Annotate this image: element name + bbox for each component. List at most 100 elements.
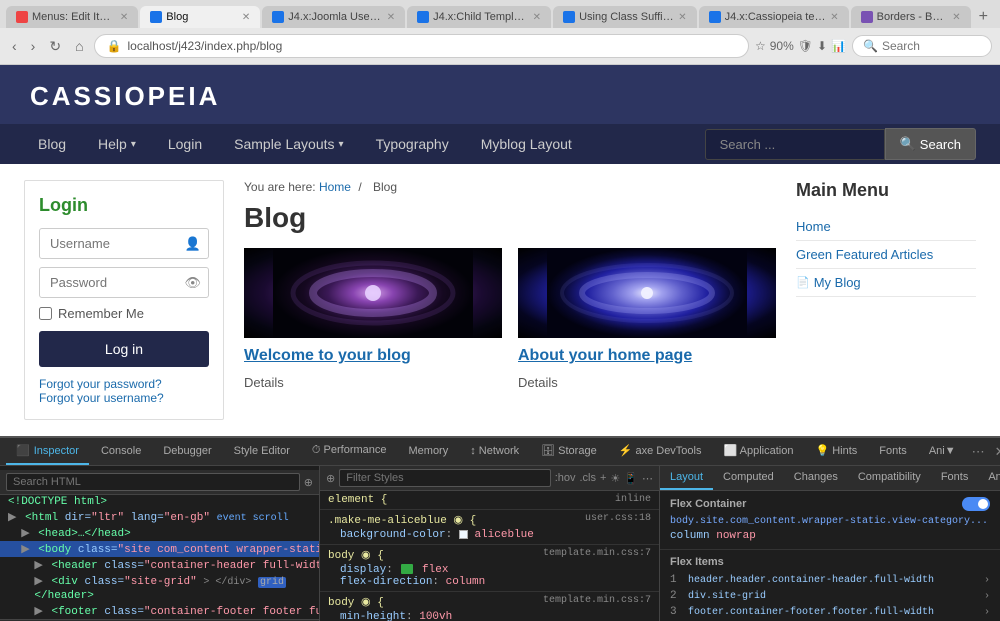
lt-tab-layout[interactable]: Layout <box>660 466 713 490</box>
tab-menus[interactable]: Menus: Edit Item - J42 ... ✕ <box>6 6 138 28</box>
tab-bootstrap[interactable]: Borders - Bootstrap ✕ <box>851 6 971 28</box>
lt-tab-computed[interactable]: Computed <box>713 466 784 490</box>
html-arrow-2[interactable]: ▶ <box>21 528 29 540</box>
tab-close-cassiopeia[interactable]: ✕ <box>830 12 838 23</box>
html-search-input[interactable] <box>6 473 300 491</box>
nav-typography[interactable]: Typography <box>362 124 463 164</box>
tab-close-blog[interactable]: ✕ <box>242 12 250 23</box>
breadcrumb-home[interactable]: Home <box>319 180 351 194</box>
forgot-password-link[interactable]: Forgot your password? <box>39 377 209 391</box>
devtools-close[interactable]: ✕ <box>991 440 1000 464</box>
back-button[interactable]: ‹ <box>8 36 21 56</box>
browser-search-input[interactable] <box>882 39 962 53</box>
tab-suffixes[interactable]: Using Class Suffixes - Joo... ✕ <box>553 6 697 28</box>
flex-item-3-arrow[interactable]: › <box>984 607 990 618</box>
tab-close-bootstrap[interactable]: ✕ <box>952 12 960 23</box>
dt-tab-network[interactable]: ↕ Network <box>460 439 529 465</box>
menu-myblog-link[interactable]: 📄 My Blog <box>796 275 976 290</box>
download-icon[interactable]: ⬇ <box>817 39 827 53</box>
html-line-head[interactable]: ▶ <head>…</head> <box>0 525 319 541</box>
flex-item-1-arrow[interactable]: › <box>984 575 990 586</box>
home-button[interactable]: ⌂ <box>71 36 87 56</box>
dt-tab-ani[interactable]: Ani▼ <box>919 439 966 465</box>
logo-bar: CASSIOPEIA <box>0 65 1000 124</box>
flex-toggle[interactable] <box>962 497 990 514</box>
html-line-doctype[interactable]: <!DOCTYPE html> <box>0 495 319 509</box>
username-input[interactable] <box>39 228 209 259</box>
tab-child[interactable]: J4.x:Child Templates - Joo... ✕ <box>407 6 551 28</box>
nav-blog[interactable]: Blog <box>24 124 80 164</box>
lt-tab-ani[interactable]: Ani▼ <box>978 466 1000 490</box>
html-arrow-6[interactable]: ▶ <box>34 606 42 618</box>
tab-close-suffixes[interactable]: ✕ <box>678 12 686 23</box>
dt-tab-performance[interactable]: ⏱ Performance <box>302 438 397 465</box>
tab-close-manual[interactable]: ✕ <box>387 12 395 23</box>
html-line-header[interactable]: ▶ <header class="container-header full-w… <box>0 557 319 573</box>
galaxy2-svg <box>518 248 776 338</box>
lt-tab-compat[interactable]: Compatibility <box>848 466 931 490</box>
html-line-endheader[interactable]: </header> <box>0 589 319 603</box>
tab-cassiopeia[interactable]: J4.x:Cassiopeia templateDe... ✕ <box>699 6 849 28</box>
html-arrow-5[interactable]: ▶ <box>34 576 42 588</box>
add-rule[interactable]: + <box>600 472 606 485</box>
dt-tab-axe[interactable]: ⚡ axe DevTools <box>609 438 712 465</box>
hover-toggle[interactable]: :hov <box>555 472 576 485</box>
dt-tab-fonts[interactable]: Fonts <box>869 439 917 465</box>
nav-login[interactable]: Login <box>154 124 216 164</box>
bookmark-icon[interactable]: ☆ <box>755 39 766 53</box>
new-tab-button[interactable]: + <box>973 8 994 26</box>
forward-button[interactable]: › <box>27 36 40 56</box>
menu-green-articles-link[interactable]: Green Featured Articles <box>796 247 933 262</box>
dt-tab-debugger[interactable]: Debugger <box>153 439 221 465</box>
html-arrow-1[interactable]: ▶ <box>8 512 16 524</box>
lt-tab-fonts[interactable]: Fonts <box>931 466 979 490</box>
html-search-options[interactable]: ⊕ <box>304 476 313 489</box>
dt-tab-storage[interactable]: 🗄 Storage <box>531 438 607 465</box>
login-button[interactable]: Log in <box>39 331 209 367</box>
nav-myblog[interactable]: Myblog Layout <box>467 124 586 164</box>
tab-manual[interactable]: J4.x:Joomla User Manual ... ✕ <box>262 6 405 28</box>
article-1-details[interactable]: Details <box>244 375 502 390</box>
dt-tab-memory[interactable]: Memory <box>399 439 459 465</box>
html-line-body[interactable]: ▶ <body class="site com_content wrapper-… <box>0 541 319 557</box>
shield-icon[interactable]: 🛡 <box>798 39 813 53</box>
dt-tab-hints[interactable]: 💡 Hints <box>805 438 867 465</box>
dt-tab-inspector[interactable]: ⬛ Inspector <box>6 438 89 465</box>
address-input-container[interactable]: 🔒 localhost/j423/index.php/blog <box>94 34 749 58</box>
article-2-title[interactable]: About your home page <box>518 346 776 367</box>
media-toggle[interactable]: 📱 <box>624 472 638 485</box>
article-1-title[interactable]: Welcome to your blog <box>244 346 502 367</box>
tab-blog[interactable]: Blog ✕ <box>140 6 260 28</box>
devtools-more[interactable]: ⋯ <box>968 440 989 464</box>
html-line-footer[interactable]: ▶ <footer class="container-footer footer… <box>0 603 319 619</box>
user-icon: 👤 <box>185 236 201 252</box>
dark-toggle[interactable]: ☀ <box>610 472 620 485</box>
site-search-input[interactable] <box>705 129 885 160</box>
eye-icon[interactable]: 👁 <box>184 275 201 291</box>
site-search-button[interactable]: 🔍 Search <box>885 128 976 160</box>
dt-tab-application[interactable]: ⬜ Application <box>714 438 804 465</box>
forgot-username-link[interactable]: Forgot your username? <box>39 391 209 405</box>
class-toggle[interactable]: .cls <box>579 472 596 485</box>
nav-help[interactable]: Help ▾ <box>84 124 150 164</box>
html-arrow-4[interactable]: ▶ <box>34 560 42 572</box>
html-line-div[interactable]: ▶ <div class="site-grid" > </div> grid <box>0 573 319 589</box>
reload-button[interactable]: ↻ <box>45 36 65 57</box>
tab-close-child[interactable]: ✕ <box>533 12 541 23</box>
html-line-html[interactable]: ▶ <html dir="ltr" lang="en-gb" event scr… <box>0 509 319 525</box>
stats-icon[interactable]: 📊 <box>831 39 846 53</box>
tab-close-menus[interactable]: ✕ <box>120 12 128 23</box>
dt-tab-style-editor[interactable]: Style Editor <box>224 439 300 465</box>
html-arrow-3[interactable]: ▶ <box>21 544 29 556</box>
dt-tab-console[interactable]: Console <box>91 439 151 465</box>
browser-search-box[interactable]: 🔍 <box>852 35 992 57</box>
article-2-details[interactable]: Details <box>518 375 776 390</box>
nav-sample-layouts[interactable]: Sample Layouts ▾ <box>220 124 357 164</box>
more-icon[interactable]: ⋯ <box>642 472 653 485</box>
menu-home-link[interactable]: Home <box>796 219 831 234</box>
flex-item-2-arrow[interactable]: › <box>984 591 990 602</box>
tab-favicon-bootstrap <box>861 11 873 23</box>
filter-styles-input[interactable] <box>339 469 550 487</box>
remember-checkbox[interactable] <box>39 307 52 320</box>
lt-tab-changes[interactable]: Changes <box>784 466 848 490</box>
